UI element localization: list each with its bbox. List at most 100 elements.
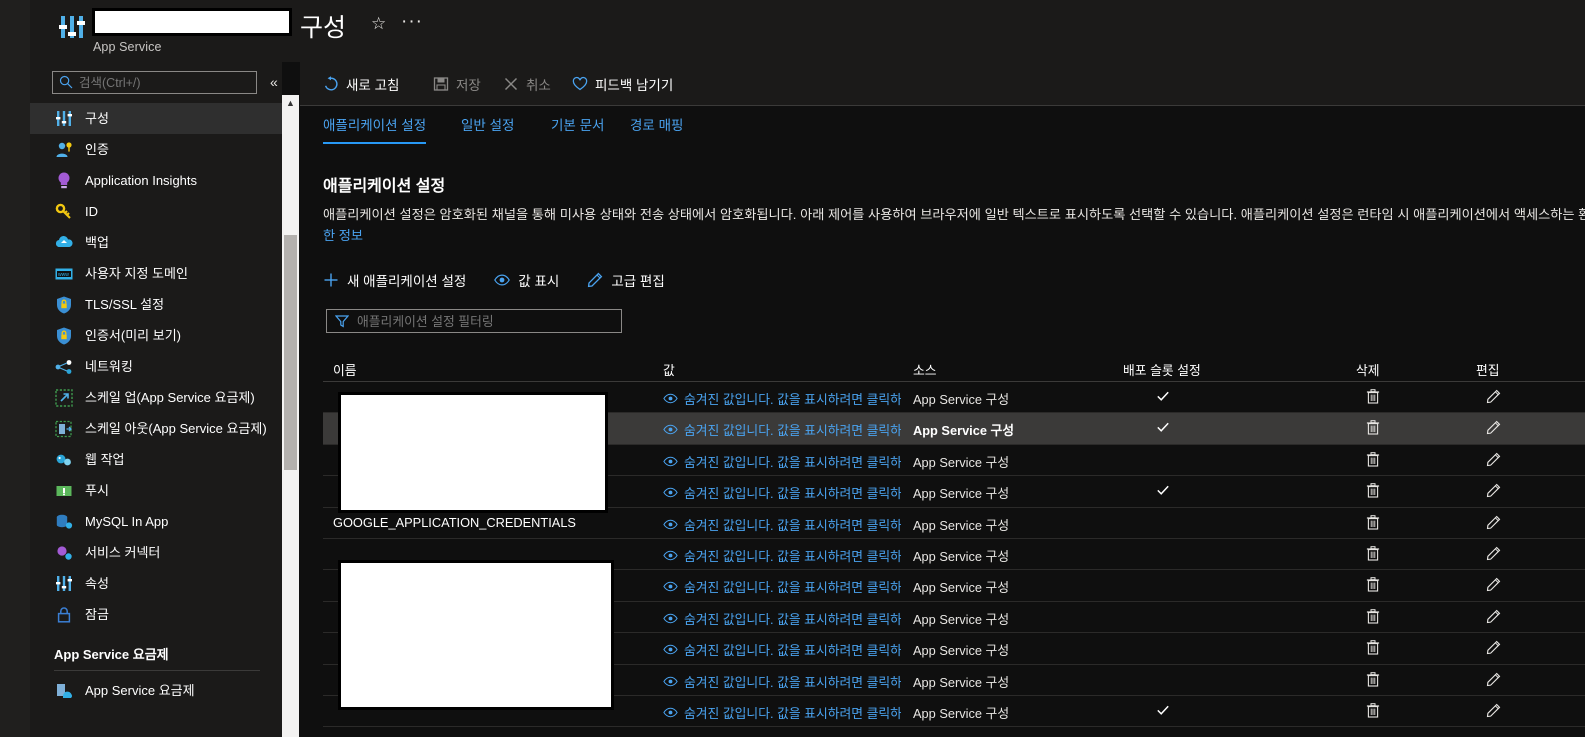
delete-setting-button[interactable] [1358,451,1388,470]
edit-setting-button[interactable] [1478,609,1508,627]
sidebar-item-label: 잠금 [85,606,109,622]
column-header-value: 값 [663,363,675,378]
hidden-value-link[interactable]: 숨겨진 값입니다. 값을 표시하려면 클릭하 [663,546,901,565]
edit-setting-button[interactable] [1478,515,1508,533]
delete-setting-button[interactable] [1358,483,1388,501]
sidebar-item-15[interactable]: 속성 [30,568,282,599]
tab-2[interactable]: 기본 문서 [551,114,604,142]
sidebar-item-14[interactable]: 서비스 커넥터 [30,537,282,568]
eye-icon [663,676,678,686]
scale-up-icon [54,388,74,408]
networking-icon [55,359,72,374]
column-header-slot: 배포 슬롯 설정 [1123,363,1201,378]
edit-setting-button[interactable] [1478,703,1508,721]
setting-source: App Service 구성 [913,392,1010,407]
service-connector-icon [57,545,72,560]
delete-setting-button[interactable] [1358,514,1388,533]
sidebar-item-3[interactable]: ID [30,196,282,227]
scrollbar-thumb[interactable] [284,235,297,470]
sidebar-item-7[interactable]: 인증서(미리 보기) [30,320,282,351]
hidden-value-link[interactable]: 숨겨진 값입니다. 값을 표시하려면 클릭하 [663,703,901,722]
setting-source: App Service 구성 [913,454,1010,470]
edit-setting-button[interactable] [1478,420,1508,438]
filter-input[interactable] [326,309,622,333]
show-values-button[interactable]: 값 표시 [494,270,559,290]
sidebar-item-2[interactable]: Application Insights [30,165,282,196]
shield-lock-icon [57,327,71,344]
hidden-value-link[interactable]: 숨겨진 값입니다. 값을 표시하려면 클릭하 [663,420,901,439]
eye-icon [663,707,678,718]
feedback-button[interactable]: 피드백 남기기 [572,74,673,94]
sidebar-item-4[interactable]: 백업 [30,227,282,258]
cloud-backup-icon [55,235,73,247]
delete-setting-button[interactable] [1358,389,1388,407]
hidden-value-link[interactable]: 숨겨진 값입니다. 값을 표시하려면 클릭하 [663,672,901,691]
hidden-value-link[interactable]: 숨겨진 값입니다. 값을 표시하려면 클릭하 [663,483,901,502]
delete-setting-button[interactable] [1358,640,1388,658]
delete-setting-button[interactable] [1358,546,1388,564]
tab-1[interactable]: 일반 설정 [461,114,514,142]
save-button[interactable]: 저장 [433,74,481,94]
column-header-name: 이름 [333,363,357,378]
sidebar-item-16[interactable]: 잠금 [30,599,282,630]
eye-icon [494,274,511,286]
edit-setting-button[interactable] [1478,483,1508,501]
edit-setting-button[interactable] [1478,452,1508,470]
sliders-icon [56,575,72,591]
sidebar-item-9[interactable]: 스케일 업(App Service 요금제) [30,382,282,413]
sidebar-search[interactable] [52,71,257,94]
save-icon [433,77,449,91]
sidebar-section-item-0[interactable]: App Service 요금제 [30,675,282,706]
tab-0[interactable]: 애플리케이션 설정 [323,114,427,144]
delete-setting-button[interactable] [1358,671,1388,690]
deployment-slot-setting [1143,420,1183,437]
hidden-value-text: 숨겨진 값입니다. 값을 표시하려면 클릭하 [684,454,901,470]
eye-icon [663,582,678,592]
hidden-value-text: 숨겨진 값입니다. 값을 표시하려면 클릭하 [684,517,901,533]
cancel-button[interactable]: 취소 [503,74,551,94]
hidden-value-link[interactable]: 숨겨진 값입니다. 값을 표시하려면 클릭하 [663,609,901,628]
edit-setting-button[interactable] [1478,389,1508,407]
mysql-icon [56,514,73,529]
sidebar-item-8[interactable]: 네트워킹 [30,351,282,382]
tab-3[interactable]: 경로 매핑 [630,114,683,142]
edit-setting-button[interactable] [1478,577,1508,595]
filter-field[interactable] [326,309,622,333]
refresh-button[interactable]: 새로 고침 [323,74,399,94]
delete-setting-button[interactable] [1358,420,1388,438]
hidden-value-text: 숨겨진 값입니다. 값을 표시하려면 클릭하 [684,423,901,439]
search-input[interactable] [52,71,257,94]
sidebar-item-11[interactable]: 웹 작업 [30,444,282,475]
refresh-label: 새로 고침 [346,78,400,93]
sidebar-item-label: ID [85,203,98,219]
sidebar-scrollbar[interactable]: ▲ [282,95,299,737]
scale-out-icon [54,419,74,439]
sidebar-item-1[interactable]: 인증 [30,134,282,165]
hidden-value-link[interactable]: 숨겨진 값입니다. 값을 표시하려면 클릭하 [663,389,901,408]
advanced-edit-button[interactable]: 고급 편집 [587,270,665,290]
delete-setting-button[interactable] [1358,703,1388,721]
sidebar-item-10[interactable]: 스케일 아웃(App Service 요금제) [30,413,282,444]
sidebar-item-12[interactable]: 푸시 [30,475,282,506]
hidden-value-link[interactable]: 숨겨진 값입니다. 값을 표시하려면 클릭하 [663,640,901,659]
edit-setting-button[interactable] [1478,672,1508,690]
more-options-icon[interactable]: ··· [401,11,423,33]
sidebar-item-0[interactable]: 구성 [30,103,282,134]
favorite-star-icon[interactable]: ☆ [371,14,386,34]
edit-setting-button[interactable] [1478,640,1508,658]
hidden-value-link[interactable]: 숨겨진 값입니다. 값을 표시하려면 클릭하 [663,577,901,596]
new-application-setting-button[interactable]: 새 애플리케이션 설정 [323,270,466,290]
sidebar-item-6[interactable]: TLS/SSL 설정 [30,289,282,320]
trash-icon [1366,577,1380,592]
edit-setting-button[interactable] [1478,546,1508,564]
cloud-backup-icon [54,233,74,253]
hidden-value-link[interactable]: 숨겨진 값입니다. 값을 표시하려면 클릭하 [663,515,901,534]
collapse-sidebar-icon[interactable]: « [270,74,278,90]
delete-setting-button[interactable] [1358,608,1388,627]
sidebar-item-5[interactable]: www 사용자 지정 도메인 [30,258,282,289]
hidden-value-link[interactable]: 숨겨진 값입니다. 값을 표시하려면 클릭하 [663,452,901,471]
sidebar-item-13[interactable]: MySQL In App [30,506,282,537]
eye-icon [663,519,678,529]
delete-setting-button[interactable] [1358,577,1388,595]
scroll-up-arrow-icon[interactable]: ▲ [282,95,299,112]
